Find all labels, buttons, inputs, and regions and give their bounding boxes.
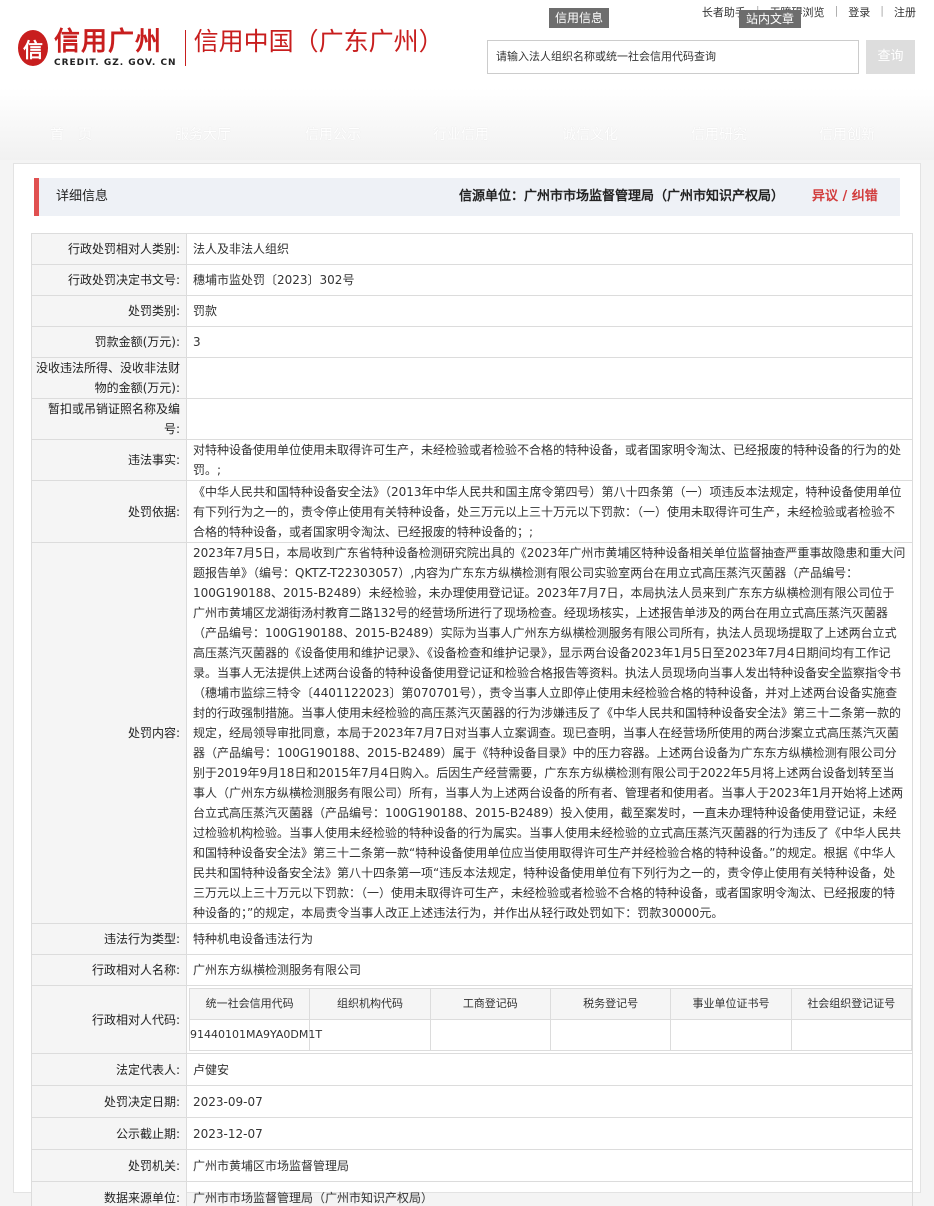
row-value: 2023-09-07	[186, 1085, 913, 1118]
row-value	[186, 357, 913, 399]
code-header: 税务登记号	[549, 988, 672, 1020]
code-value	[429, 1019, 551, 1051]
table-row: 行政处罚决定书文号: 穗埔市监处罚〔2023〕302号	[31, 264, 913, 296]
search-input[interactable]: 请输入法人组织名称或统一社会信用代码查询	[487, 40, 859, 74]
row-value: 3	[186, 326, 913, 358]
code-value: 91440101MA9YA0DM1T	[188, 1019, 322, 1051]
row-label: 暂扣或吊销证照名称及编号:	[31, 398, 187, 440]
login-link[interactable]: 登录	[848, 4, 870, 20]
row-value: 《中华人民共和国特种设备安全法》（2013年中华人民共和国主席令第四号）第八十四…	[186, 480, 913, 543]
code-header: 组织机构代码	[309, 988, 431, 1020]
code-header: 事业单位证书号	[670, 988, 792, 1020]
logo-mark-icon: 信	[18, 30, 48, 66]
row-label: 行政相对人名称:	[31, 954, 187, 986]
link-separator: |	[834, 4, 839, 17]
table-row: 法定代表人: 卢健安	[31, 1053, 913, 1086]
nav-item-service-hall[interactable]: 服务大厅	[175, 124, 231, 144]
codes-header-row: 统一社会信用代码 组织机构代码 工商登记码 税务登记号 事业单位证书号 社会组织…	[188, 988, 913, 1020]
table-row: 违法事实: 对特种设备使用单位使用未取得许可生产，未经检验或者检验不合格的特种设…	[31, 439, 913, 481]
row-value: 2023-12-07	[186, 1117, 913, 1150]
info-source: 信源单位：广州市市场监督管理局（广州市知识产权局）	[459, 189, 785, 204]
nav-item-credit-innovation[interactable]: 信用创新	[819, 124, 875, 144]
logo-text-block: 信用广州 CREDIT. GZ. GOV. CN	[54, 26, 177, 68]
penalty-info-table: 行政处罚相对人类别: 法人及非法人组织 行政处罚决定书文号: 穗埔市监处罚〔20…	[31, 233, 913, 1206]
detail-panel: 详细信息 信源单位：广州市市场监督管理局（广州市知识产权局） 异议 / 纠错 行…	[13, 163, 921, 1206]
row-label: 公示截止期:	[31, 1117, 187, 1150]
table-row: 处罚机关: 广州市黄埔区市场监督管理局	[31, 1149, 913, 1182]
row-label: 法定代表人:	[31, 1053, 187, 1086]
table-row: 暂扣或吊销证照名称及编号:	[31, 398, 913, 440]
detail-header-bar: 详细信息 信源单位：广州市市场监督管理局（广州市知识产权局） 异议 / 纠错	[34, 178, 900, 216]
row-label: 处罚决定日期:	[31, 1085, 187, 1118]
code-header: 工商登记码	[429, 988, 551, 1020]
code-value	[670, 1019, 792, 1051]
table-row: 罚款金额(万元): 3	[31, 326, 913, 358]
link-separator: |	[880, 4, 884, 17]
table-row: 处罚类别: 罚款	[31, 295, 913, 327]
row-value: 统一社会信用代码 组织机构代码 工商登记码 税务登记号 事业单位证书号 社会组织…	[186, 985, 913, 1054]
row-value: 穗埔市监处罚〔2023〕302号	[186, 264, 913, 296]
table-row: 行政相对人名称: 广州东方纵横检测服务有限公司	[31, 954, 913, 986]
nav-item-credit-publicity[interactable]: 信用公示	[305, 124, 361, 144]
register-link[interactable]: 注册	[894, 4, 916, 20]
table-row: 行政处罚相对人类别: 法人及非法人组织	[31, 233, 913, 265]
row-value: 特种机电设备违法行为	[186, 923, 913, 955]
code-header: 社会组织登记证号	[790, 988, 913, 1020]
row-value	[186, 398, 913, 440]
tab-site-articles[interactable]: 站内文章	[739, 10, 801, 28]
logo-en-text: CREDIT. GZ. GOV. CN	[54, 58, 177, 68]
top-links: 长者助手 | 无障碍浏览 | 登录 | 注册	[702, 4, 916, 20]
tab-credit-info[interactable]: 信用信息	[549, 8, 609, 28]
site-logo[interactable]: 信 信用广州 CREDIT. GZ. GOV. CN 信用中国（广东广州）	[18, 26, 444, 76]
nav-item-integrity-culture[interactable]: 诚信文化	[562, 124, 618, 144]
logo-divider	[184, 30, 186, 66]
row-label: 违法行为类型:	[31, 923, 187, 955]
objection-correction-link[interactable]: 异议 / 纠错	[812, 178, 878, 216]
main-nav: 首 页 服务大厅 信用公示 行业信用 诚信文化 信用研究 信用创新	[0, 124, 934, 152]
row-label: 行政处罚相对人类别:	[31, 233, 187, 265]
table-row: 处罚决定日期: 2023-09-07	[31, 1085, 913, 1118]
logo-subtitle: 信用中国（广东广州）	[193, 27, 444, 56]
table-row: 处罚依据: 《中华人民共和国特种设备安全法》（2013年中华人民共和国主席令第四…	[31, 480, 913, 543]
row-label: 处罚机关:	[31, 1149, 187, 1182]
row-value: 罚款	[186, 295, 913, 327]
table-row: 公示截止期: 2023-12-07	[31, 1117, 913, 1150]
code-value	[549, 1019, 672, 1051]
row-value: 广州市市场监督管理局（广州市知识产权局）	[186, 1181, 913, 1206]
table-row: 违法行为类型: 特种机电设备违法行为	[31, 923, 913, 955]
logo-cn-text: 信用广州	[54, 27, 163, 57]
nav-item-industry-credit[interactable]: 行业信用	[433, 124, 489, 144]
codes-value-row: 91440101MA9YA0DM1T	[188, 1019, 913, 1051]
detail-title: 详细信息	[56, 189, 109, 204]
table-row: 没收违法所得、没收非法财物的金额(万元):	[31, 357, 913, 399]
nav-item-credit-research[interactable]: 信用研究	[691, 124, 747, 144]
entity-codes-table: 统一社会信用代码 组织机构代码 工商登记码 税务登记号 事业单位证书号 社会组织…	[188, 988, 913, 1051]
row-value: 广州东方纵横检测服务有限公司	[186, 954, 913, 986]
row-label: 行政处罚决定书文号:	[31, 264, 187, 296]
search-button[interactable]: 查询	[866, 40, 915, 74]
row-label: 处罚依据:	[31, 480, 187, 543]
row-value: 对特种设备使用单位使用未取得许可生产，未经检验或者检验不合格的特种设备，或者国家…	[186, 439, 913, 481]
row-value: 2023年7月5日，本局收到广东省特种设备检测研究院出具的《2023年广州市黄埔…	[186, 542, 913, 924]
row-label: 处罚类别:	[31, 295, 187, 327]
code-header: 统一社会信用代码	[188, 988, 311, 1020]
row-label: 行政相对人代码:	[31, 985, 187, 1054]
code-value	[309, 1019, 431, 1051]
table-row: 处罚内容: 2023年7月5日，本局收到广东省特种设备检测研究院出具的《2023…	[31, 542, 913, 924]
row-value: 广州市黄埔区市场监督管理局	[186, 1149, 913, 1182]
table-row: 数据来源单位: 广州市市场监督管理局（广州市知识产权局）	[31, 1181, 913, 1206]
row-label: 罚款金额(万元):	[31, 326, 187, 358]
row-value: 法人及非法人组织	[186, 233, 913, 265]
row-label: 数据来源单位:	[31, 1181, 187, 1206]
site-header: 信 信用广州 CREDIT. GZ. GOV. CN 信用中国（广东广州） 长者…	[0, 0, 934, 160]
accent-bar	[34, 178, 39, 216]
code-value	[790, 1019, 913, 1051]
nav-item-home[interactable]: 首 页	[50, 124, 92, 144]
table-row: 行政相对人代码: 统一社会信用代码 组织机构代码 工商登记码 税务登记号 事业单…	[31, 985, 913, 1054]
row-label: 处罚内容:	[31, 542, 187, 924]
row-label: 违法事实:	[31, 439, 187, 481]
row-label: 没收违法所得、没收非法财物的金额(万元):	[31, 357, 187, 399]
row-value: 卢健安	[186, 1053, 913, 1086]
